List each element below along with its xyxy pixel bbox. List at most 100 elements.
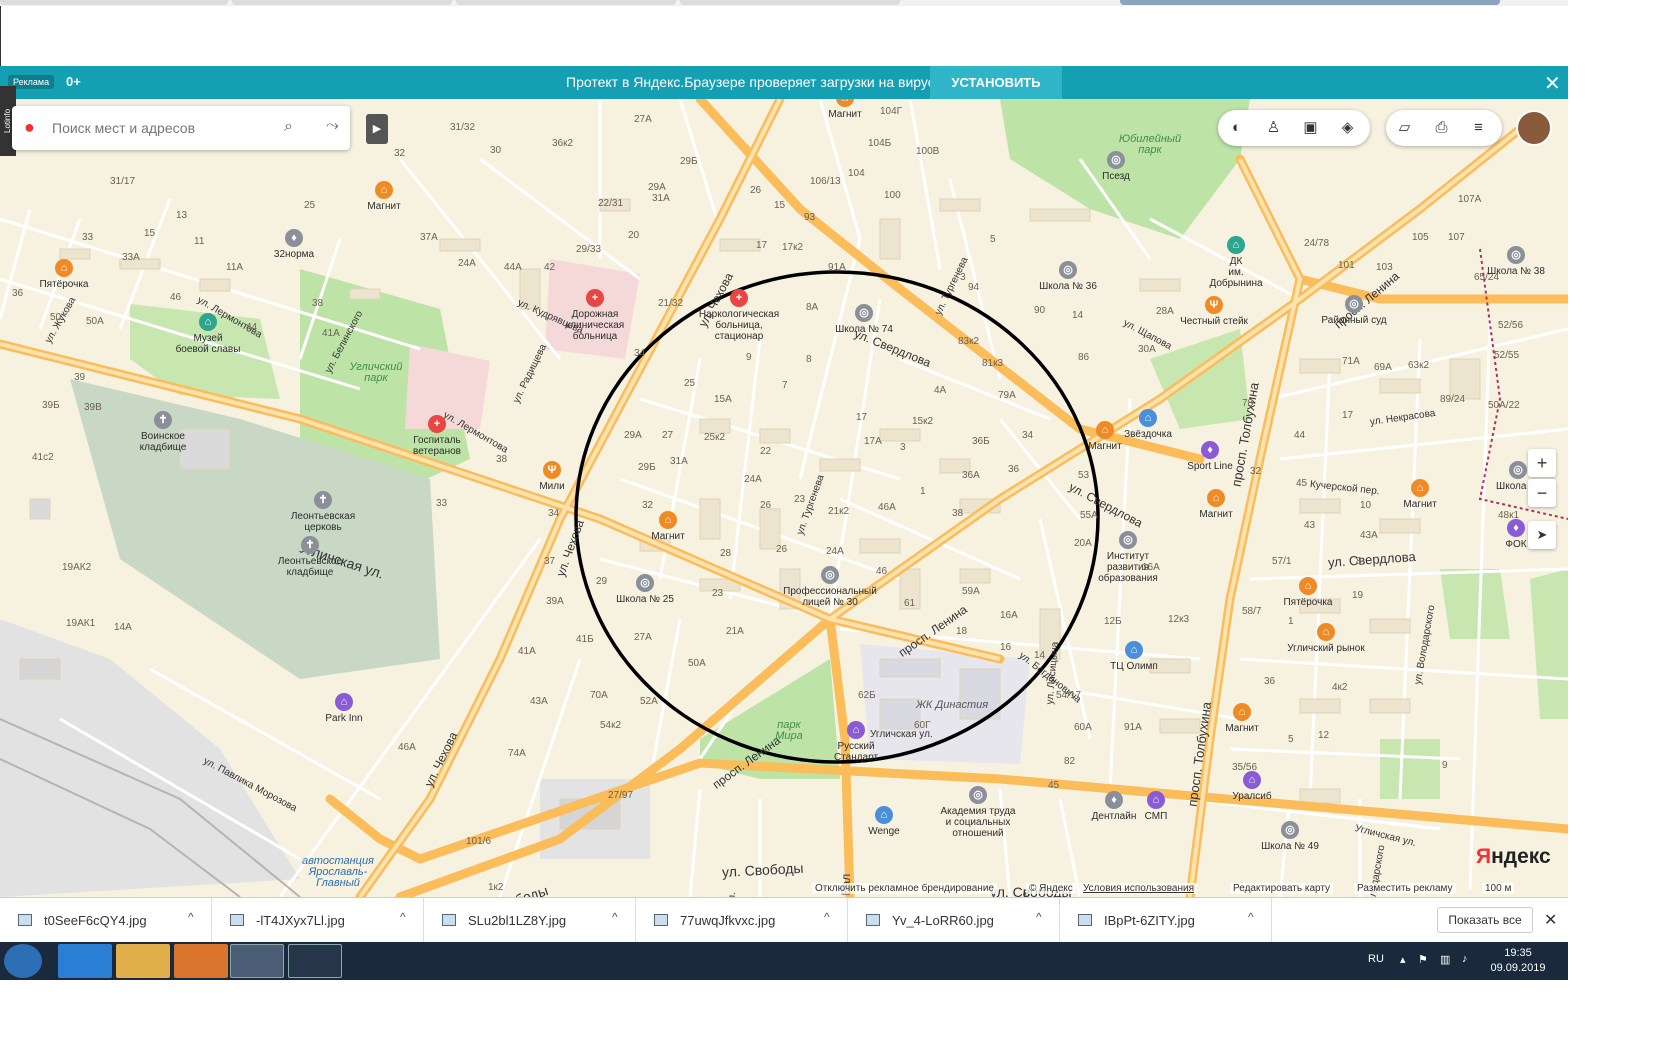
poi-marker[interactable]: ✝ Леонтьевская церковь (273, 491, 373, 533)
poi-marker[interactable]: ◎ Школа № 38 (1466, 246, 1566, 277)
network-icon[interactable]: ▥ (1440, 953, 1450, 966)
poi-marker[interactable]: ◎ Псезд (1066, 151, 1166, 182)
house-number: 31А (652, 193, 670, 204)
chevron-up-icon[interactable]: ^ (612, 910, 618, 924)
poi-marker[interactable]: ◎ Профессиональный лицей № 30 (780, 566, 880, 608)
poi-marker[interactable]: ⌂ Пятёрочка (14, 259, 114, 290)
chevron-up-icon[interactable]: ^ (824, 910, 830, 924)
poi-marker[interactable]: ⌂ Магнит (795, 99, 895, 120)
poi-marker[interactable]: ⌂ Магнит (618, 511, 718, 542)
print-icon[interactable]: ⎙ (1423, 110, 1460, 146)
search-input[interactable] (52, 116, 272, 140)
transport-icon[interactable]: ▣ (1292, 110, 1329, 146)
poi-marker[interactable]: + Наркологическая больница, стационар (689, 289, 789, 342)
edit-map-link[interactable]: Редактировать карту (1230, 883, 1334, 894)
poi-marker[interactable]: ♦ 32норма (244, 229, 344, 260)
download-item[interactable]: -lT4JXyx7Ll.jpg ^ (212, 898, 424, 943)
house-number: 42 (544, 262, 556, 273)
menu-icon[interactable]: ≡ (1460, 110, 1497, 146)
poi-marker[interactable]: Ψ Честный стейк (1164, 296, 1264, 327)
download-item[interactable]: Yv_4-LoRR60.jpg ^ (848, 898, 1060, 943)
browser-tab-active[interactable] (1120, 0, 1500, 5)
chevron-up-icon[interactable]: ^ (1248, 910, 1254, 924)
poi-marker[interactable]: ♦ Sport Line (1160, 441, 1260, 472)
house-number: 19АК1 (66, 618, 96, 629)
chevron-up-icon[interactable]: ^ (188, 910, 194, 924)
poi-marker[interactable]: ⌂ Магнит (1370, 479, 1470, 510)
panorama-icon[interactable]: ♙ (1255, 110, 1292, 146)
internet-explorer-icon[interactable] (58, 944, 112, 978)
house-number: 36 (1264, 676, 1276, 687)
poi-marker[interactable]: ⌂ Уралсиб (1202, 771, 1302, 802)
poi-name: Sport Line (1187, 461, 1233, 472)
install-button[interactable]: УСТАНОВИТЬ (930, 66, 1062, 99)
poi-marker[interactable]: ⌂ Магнит (1192, 703, 1292, 734)
collapse-panel-button[interactable]: ▶ (366, 114, 388, 144)
poi-marker[interactable]: ⌂ Wenge (834, 806, 934, 837)
poi-marker[interactable]: ◎ Школа № 49 (1240, 821, 1340, 852)
poi-marker[interactable]: ⌂ ДК им. Добрынина (1186, 236, 1286, 289)
media-player-icon[interactable] (174, 944, 228, 978)
poi-marker[interactable]: ⌂ Пятёрочка (1258, 577, 1358, 608)
layers-icon[interactable]: ◈ (1329, 110, 1366, 146)
volume-icon[interactable]: ♪ (1462, 953, 1468, 965)
poi-marker[interactable]: ✝ Воинское кладбище (113, 411, 213, 453)
poi-marker[interactable]: ◎ Академия труда и социальных отношений (928, 786, 1028, 839)
poi-marker[interactable]: Ψ Мили (502, 461, 602, 492)
poi-name: Воинское кладбище (139, 431, 187, 453)
ruler-icon[interactable]: ▱ (1386, 110, 1423, 146)
poi-marker[interactable]: ⌂ Русский Стандарт (806, 721, 906, 763)
poi-marker[interactable]: ◎ Институт развития образования (1078, 531, 1178, 584)
zoom-out-button[interactable]: − (1528, 479, 1556, 507)
poi-marker[interactable]: ⌂ Музей боевой славы (158, 313, 258, 355)
poi-marker[interactable]: ◎ Школа № 25 (595, 574, 695, 605)
browser-tab[interactable] (680, 0, 900, 5)
tray-arrow-icon[interactable]: ▴ (1400, 953, 1406, 966)
poi-marker[interactable]: ⌂ СМП (1106, 791, 1206, 822)
locate-button[interactable]: ➤ (1528, 521, 1556, 549)
download-item[interactable]: t0SeeF6cQY4.jpg ^ (0, 898, 212, 943)
poi-marker[interactable]: ⌂ Угличский рынок (1276, 623, 1376, 654)
poi-marker[interactable]: ✝ Леонтьевское кладбище (260, 536, 360, 578)
download-item[interactable]: IBpPt-6ZITY.jpg ^ (1060, 898, 1272, 943)
place-ad-link[interactable]: Разместить рекламу (1354, 883, 1456, 894)
close-icon[interactable]: ✕ (1544, 910, 1557, 930)
start-button[interactable] (4, 944, 42, 978)
poi-marker[interactable]: ◎ Районный суд (1304, 295, 1404, 326)
file-explorer-icon[interactable] (116, 944, 170, 978)
poi-marker[interactable]: ⌂ Park Inn (294, 693, 394, 724)
poi-marker[interactable]: + Госпиталь ветеранов (387, 415, 487, 457)
poi-marker[interactable]: ◎ Школа № 36 (1018, 261, 1118, 292)
house-number: 21к2 (828, 506, 850, 517)
browser-tab[interactable] (0, 0, 228, 5)
flag-icon[interactable]: ⚑ (1418, 953, 1428, 966)
poi-marker[interactable]: ⌂ Магнит (334, 181, 434, 212)
show-all-downloads-button[interactable]: Показать все (1437, 907, 1533, 933)
steam-icon[interactable] (288, 944, 342, 978)
poi-marker[interactable]: ◎ Школа № 74 (814, 304, 914, 335)
close-icon[interactable]: ✕ (1544, 71, 1561, 96)
poi-marker[interactable]: ⌂ Звёздочка (1098, 409, 1198, 440)
zoom-in-button[interactable]: + (1528, 449, 1556, 477)
download-item[interactable]: SLu2bl1LZ8Y.jpg ^ (424, 898, 636, 943)
browser-tab[interactable] (456, 0, 676, 5)
browser-tab[interactable] (232, 0, 452, 5)
poi-marker[interactable]: ⌂ Магнит (1166, 489, 1266, 520)
poi-marker[interactable]: ⌂ ТЦ Олимп (1084, 641, 1184, 672)
disable-ad-link[interactable]: Отключить рекламное брендирование (812, 883, 997, 894)
language-indicator[interactable]: RU (1368, 953, 1384, 965)
poi-marker[interactable]: + Дорожная клиническая больница (545, 289, 645, 342)
clock[interactable]: 19:35 09.09.2019 (1490, 946, 1546, 976)
route-icon[interactable]: ⤳ (326, 117, 339, 135)
map-canvas[interactable]: Угличская ул. ул. Чехова ул. Чехова ул. Чех… (0, 99, 1568, 897)
chevron-up-icon[interactable]: ^ (400, 910, 406, 924)
terms-link[interactable]: Условия использования (1080, 883, 1197, 894)
chevron-up-icon[interactable]: ^ (1036, 910, 1042, 924)
chrome-icon[interactable] (230, 944, 284, 978)
house-number: 94 (968, 282, 980, 293)
search-icon[interactable]: ⌕ (284, 118, 293, 136)
user-avatar[interactable] (1516, 110, 1552, 146)
download-item[interactable]: 77uwqJfkvxc.jpg ^ (636, 898, 848, 943)
traffic-icon[interactable]: ◐ (1218, 110, 1255, 146)
house-number: 104 (848, 168, 865, 179)
